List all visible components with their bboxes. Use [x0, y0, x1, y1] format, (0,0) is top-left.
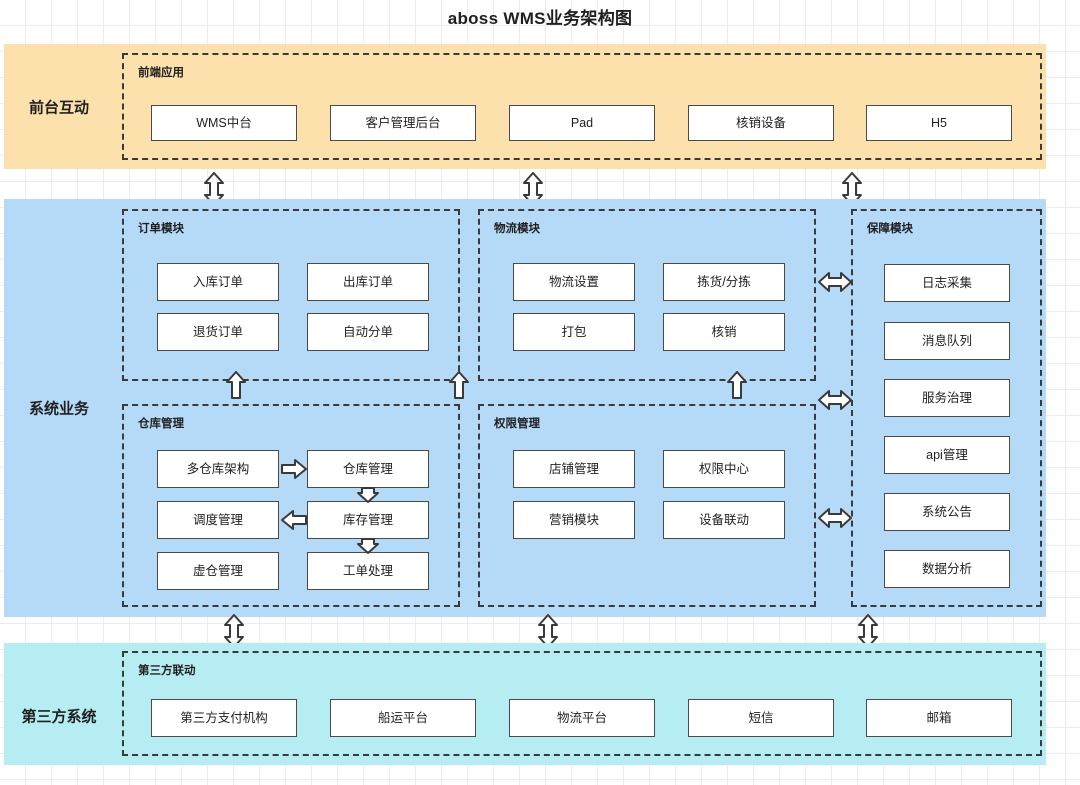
node-marketing-module[interactable]: 营销模块: [513, 501, 635, 539]
connector-multi-warehouse-to-warehouse: [281, 458, 307, 480]
node-shop-management[interactable]: 店铺管理: [513, 450, 635, 488]
node-warehouse-management[interactable]: 仓库管理: [307, 450, 429, 488]
group-title-guarantee-module: 保障模块: [867, 223, 913, 235]
node-return-order[interactable]: 退货订单: [157, 313, 279, 351]
node-work-order-processing[interactable]: 工单处理: [307, 552, 429, 590]
node-sms[interactable]: 短信: [688, 699, 834, 737]
node-dispatch-management[interactable]: 调度管理: [157, 501, 279, 539]
connector-permission-to-guarantee: [818, 506, 852, 530]
node-verification-device[interactable]: 核销设备: [688, 105, 834, 141]
node-verification[interactable]: 核销: [663, 313, 785, 351]
group-title-warehouse-module: 仓库管理: [138, 418, 184, 430]
node-multi-warehouse-architecture[interactable]: 多仓库架构: [157, 450, 279, 488]
node-outbound-order[interactable]: 出库订单: [307, 263, 429, 301]
node-customer-admin[interactable]: 客户管理后台: [330, 105, 476, 141]
connector-logistics-to-guarantee: [818, 270, 852, 294]
connector-permission-to-logistics: [726, 371, 748, 399]
band-label-front-interaction: 前台互动: [28, 99, 89, 117]
connector-inventory-to-workorder: [357, 538, 379, 554]
architecture-diagram-canvas: aboss WMS业务架构图 前台互动 前端应用 WMS中台 客户管理后台 Pa…: [0, 0, 1080, 785]
group-title-third-party: 第三方联动: [138, 665, 196, 677]
band-label-third-party-system: 第三方系统: [21, 708, 97, 726]
node-data-analysis[interactable]: 数据分析: [884, 550, 1010, 588]
node-device-linkage[interactable]: 设备联动: [663, 501, 785, 539]
connector-modules-to-guarantee-mid: [818, 388, 852, 412]
node-email[interactable]: 邮箱: [866, 699, 1012, 737]
node-inventory-management[interactable]: 库存管理: [307, 501, 429, 539]
node-logistics-settings[interactable]: 物流设置: [513, 263, 635, 301]
node-api-management[interactable]: api管理: [884, 436, 1010, 474]
node-log-collection[interactable]: 日志采集: [884, 264, 1010, 302]
band-label-system-business: 系统业务: [28, 400, 89, 418]
connector-inventory-to-dispatch: [281, 509, 307, 531]
group-title-logistics-module: 物流模块: [494, 223, 540, 235]
node-system-announcement[interactable]: 系统公告: [884, 493, 1010, 531]
node-permission-center[interactable]: 权限中心: [663, 450, 785, 488]
group-title-order-module: 订单模块: [138, 223, 184, 235]
node-virtual-warehouse-management[interactable]: 虚仓管理: [157, 552, 279, 590]
node-picking-sorting[interactable]: 拣货/分拣: [663, 263, 785, 301]
connector-warehouse-to-inventory: [357, 487, 379, 503]
node-logistics-platform[interactable]: 物流平台: [509, 699, 655, 737]
connector-warehouse-to-order-right: [448, 371, 470, 399]
group-title-permission-module: 权限管理: [494, 418, 540, 430]
node-packing[interactable]: 打包: [513, 313, 635, 351]
node-message-queue[interactable]: 消息队列: [884, 322, 1010, 360]
page-title: aboss WMS业务架构图: [447, 9, 633, 28]
connector-warehouse-to-order-left: [225, 371, 247, 399]
node-auto-split-order[interactable]: 自动分单: [307, 313, 429, 351]
node-h5[interactable]: H5: [866, 105, 1012, 141]
node-service-governance[interactable]: 服务治理: [884, 379, 1010, 417]
node-pad[interactable]: Pad: [509, 105, 655, 141]
node-shipping-platform[interactable]: 船运平台: [330, 699, 476, 737]
node-third-party-payment[interactable]: 第三方支付机构: [151, 699, 297, 737]
node-wms-console[interactable]: WMS中台: [151, 105, 297, 141]
node-inbound-order[interactable]: 入库订单: [157, 263, 279, 301]
group-title-frontend-apps: 前端应用: [138, 67, 184, 79]
